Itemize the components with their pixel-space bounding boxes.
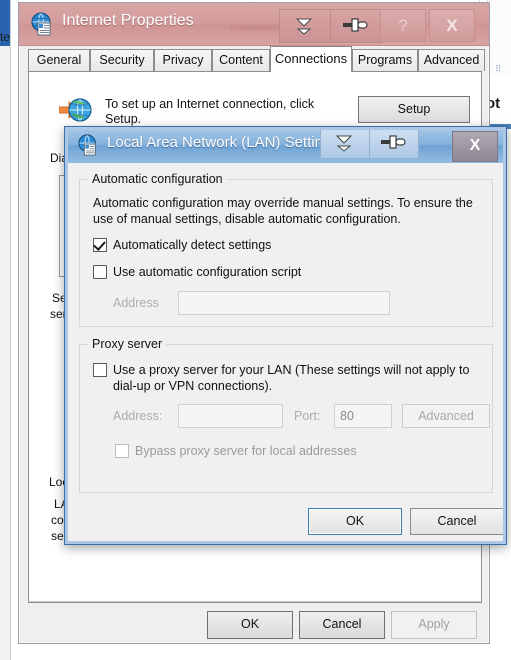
lan-settings-dialog: Local Area Network (LAN) Settings X Auto… — [64, 126, 507, 545]
close-button[interactable]: X — [429, 9, 475, 42]
tab-content[interactable]: Content — [212, 49, 270, 71]
auto-detect-settings-label: Automatically detect settings — [113, 238, 272, 252]
script-address-label: Address — [113, 296, 159, 310]
tab-general[interactable]: General — [28, 49, 90, 71]
internet-properties-icon — [77, 134, 99, 156]
tab-programs[interactable]: Programs — [352, 49, 418, 71]
proxy-server-group-title: Proxy server — [88, 337, 167, 351]
bypass-proxy-checkbox-row: Bypass proxy server for local addresses — [115, 443, 357, 459]
setup-button[interactable]: Setup — [358, 96, 470, 123]
lan-settings-title: Local Area Network (LAN) Settings — [107, 134, 339, 151]
pin-icon[interactable] — [330, 9, 382, 43]
tab-security[interactable]: Security — [90, 49, 154, 71]
background-right-dots-icon: ⠿ — [495, 64, 503, 74]
check-icon — [93, 238, 106, 251]
cancel-button[interactable]: Cancel — [299, 611, 385, 639]
use-config-script-checkbox[interactable] — [93, 265, 107, 279]
tabstrip: General Security Privacy Content Connect… — [19, 46, 489, 72]
lan-cancel-button[interactable]: Cancel — [410, 508, 504, 535]
proxy-address-input[interactable] — [178, 404, 283, 428]
lan-settings-body: Automatic configuration Automatic config… — [65, 163, 506, 544]
background-left-strip — [0, 0, 11, 660]
auto-detect-settings-checkbox-row[interactable]: Automatically detect settings — [93, 237, 271, 253]
tab-connections[interactable]: Connections — [270, 46, 352, 72]
script-address-input[interactable] — [178, 291, 390, 315]
use-config-script-label: Use automatic configuration script — [113, 265, 302, 279]
auto-detect-settings-checkbox[interactable] — [93, 238, 107, 252]
autohide-dropdown-icon[interactable] — [320, 127, 370, 159]
bypass-proxy-label: Bypass proxy server for local addresses — [135, 444, 357, 458]
internet-properties-titlebar[interactable]: Internet Properties ? X — [19, 3, 489, 46]
proxy-port-label: Port: — [294, 409, 321, 423]
advanced-button: Advanced — [402, 404, 490, 428]
automatic-configuration-group-title: Automatic configuration — [88, 172, 227, 186]
background-left-fragment: te — [0, 30, 11, 44]
pin-icon[interactable] — [369, 127, 419, 159]
help-button[interactable]: ? — [380, 9, 426, 42]
tab-privacy[interactable]: Privacy — [154, 49, 212, 71]
close-button[interactable]: X — [452, 131, 498, 162]
internet-properties-title: Internet Properties — [62, 12, 194, 29]
lan-hint-fragment-3: se — [51, 529, 64, 543]
automatic-configuration-description: Automatic configuration may override man… — [93, 196, 473, 226]
globe-with-arrow-icon — [59, 96, 93, 124]
tab-advanced[interactable]: Advanced — [418, 49, 485, 71]
proxy-address-label: Address: — [113, 409, 163, 423]
autohide-dropdown-icon[interactable] — [279, 9, 331, 43]
use-proxy-server-checkbox-row[interactable]: Use a proxy server for your LAN (These s… — [93, 362, 485, 394]
internet-properties-icon — [30, 12, 54, 36]
use-config-script-checkbox-row[interactable]: Use automatic configuration script — [93, 264, 301, 280]
footer-divider — [28, 601, 480, 602]
use-proxy-server-checkbox[interactable] — [93, 363, 107, 377]
apply-button: Apply — [391, 611, 477, 639]
lan-hint-fragment-2: co — [51, 513, 64, 527]
bypass-proxy-checkbox — [115, 444, 129, 458]
ok-button[interactable]: OK — [207, 611, 293, 639]
proxy-port-input[interactable]: 80 — [334, 404, 392, 428]
lan-ok-button[interactable]: OK — [308, 508, 402, 535]
setup-description: To set up an Internet connection, click … — [105, 97, 315, 126]
use-proxy-server-label: Use a proxy server for your LAN (These s… — [113, 363, 470, 393]
lan-settings-titlebar[interactable]: Local Area Network (LAN) Settings X — [65, 127, 506, 164]
